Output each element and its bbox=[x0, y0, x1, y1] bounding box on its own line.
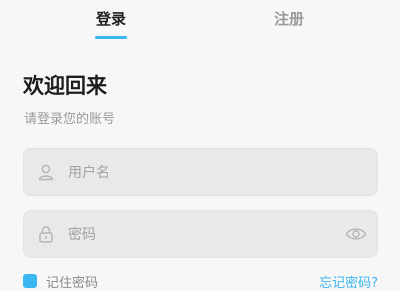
eye-icon[interactable] bbox=[345, 224, 367, 244]
password-input[interactable] bbox=[66, 211, 340, 259]
username-input[interactable] bbox=[66, 149, 340, 197]
remember-label: 记住密码 bbox=[46, 276, 99, 291]
page-title: 欢迎回来 bbox=[23, 74, 107, 98]
active-tab-indicator bbox=[95, 36, 127, 39]
tab-register[interactable]: 注册 bbox=[259, 8, 319, 29]
forgot-password-link[interactable]: 忘记密码? bbox=[319, 272, 378, 291]
password-field bbox=[23, 210, 378, 259]
login-options: 记住密码 忘记密码? bbox=[23, 271, 378, 291]
tab-login[interactable]: 登录 bbox=[81, 8, 141, 29]
auth-tabs: 登录 注册 bbox=[0, 0, 400, 40]
user-icon bbox=[38, 164, 54, 181]
lock-icon bbox=[39, 226, 53, 243]
page-subtitle: 请登录您的账号 bbox=[24, 112, 116, 127]
remember-checkbox[interactable] bbox=[23, 274, 37, 288]
username-field bbox=[23, 148, 378, 197]
